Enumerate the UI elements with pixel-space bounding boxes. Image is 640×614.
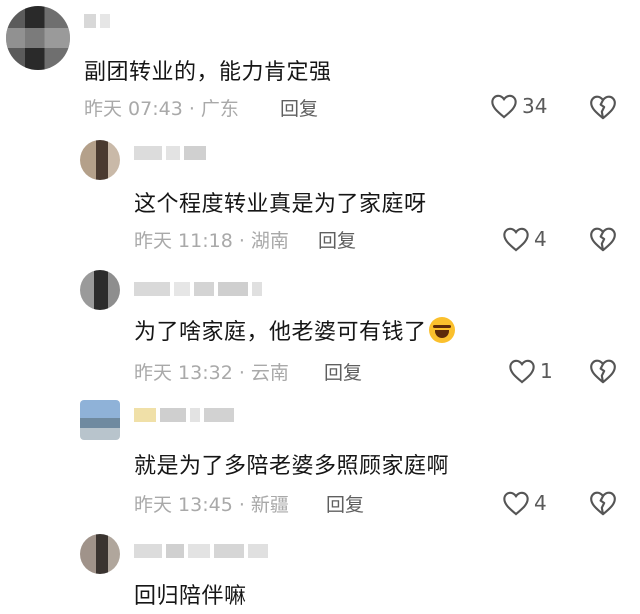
like-button[interactable]: 1	[508, 358, 553, 384]
reply-item: 这个程度转业真是为了家庭呀 昨天 11:18 · 湖南 回复 4	[0, 130, 640, 260]
username-pixelated[interactable]	[134, 544, 272, 558]
comment-meta: 昨天 13:45 · 新疆	[134, 494, 289, 516]
heart-outline-icon	[491, 94, 517, 119]
comment-meta: 昨天 11:18 · 湖南	[134, 230, 289, 252]
like-count: 34	[522, 94, 548, 118]
avatar[interactable]	[80, 534, 120, 574]
like-button[interactable]: 4	[502, 490, 547, 516]
comment-text: 这个程度转业真是为了家庭呀	[134, 192, 427, 217]
comment-text-content: 为了啥家庭，他老婆可有钱了	[134, 320, 427, 345]
like-count: 4	[534, 227, 547, 251]
broken-heart-icon[interactable]	[588, 94, 618, 120]
like-button[interactable]: 34	[490, 93, 547, 119]
heart-outline-icon	[503, 227, 529, 252]
avatar[interactable]	[80, 140, 120, 180]
reply-item: 为了啥家庭，他老婆可有钱了 昨天 13:32 · 云南 回复 1	[0, 260, 640, 390]
comment-meta: 昨天 07:43 · 广东	[84, 98, 239, 120]
broken-heart-icon[interactable]	[588, 490, 618, 516]
reply-button[interactable]: 回复	[280, 94, 318, 121]
like-count: 4	[534, 491, 547, 515]
reply-button[interactable]: 回复	[324, 358, 362, 385]
username-pixelated[interactable]	[134, 282, 266, 296]
broken-heart-icon[interactable]	[588, 226, 618, 252]
username-pixelated[interactable]	[134, 408, 238, 422]
username-pixelated[interactable]	[84, 14, 114, 28]
comment-text: 副团转业的，能力肯定强	[84, 60, 332, 85]
comment-text: 为了啥家庭，他老婆可有钱了	[134, 314, 455, 346]
avatar[interactable]	[80, 270, 120, 310]
comment-text: 回归陪伴嘛	[134, 584, 247, 609]
like-count: 1	[540, 359, 553, 383]
reply-button[interactable]: 回复	[326, 490, 364, 517]
avatar[interactable]	[80, 400, 120, 440]
username-pixelated[interactable]	[134, 146, 210, 160]
like-button[interactable]: 4	[502, 226, 547, 252]
heart-outline-icon	[509, 359, 535, 384]
reply-item: 回归陪伴嘛	[0, 524, 640, 614]
comment-text: 就是为了多陪老婆多照顾家庭啊	[134, 454, 450, 479]
comment-item: 副团转业的，能力肯定强 昨天 07:43 · 广东 回复 34	[0, 0, 640, 130]
comment-meta: 昨天 13:32 · 云南	[134, 362, 289, 384]
broken-heart-icon[interactable]	[588, 358, 618, 384]
laughing-crying-emoji	[428, 317, 455, 343]
avatar[interactable]	[6, 6, 70, 70]
heart-outline-icon	[503, 491, 529, 516]
reply-button[interactable]: 回复	[318, 226, 356, 253]
reply-item: 就是为了多陪老婆多照顾家庭啊 昨天 13:45 · 新疆 回复 4	[0, 392, 640, 522]
